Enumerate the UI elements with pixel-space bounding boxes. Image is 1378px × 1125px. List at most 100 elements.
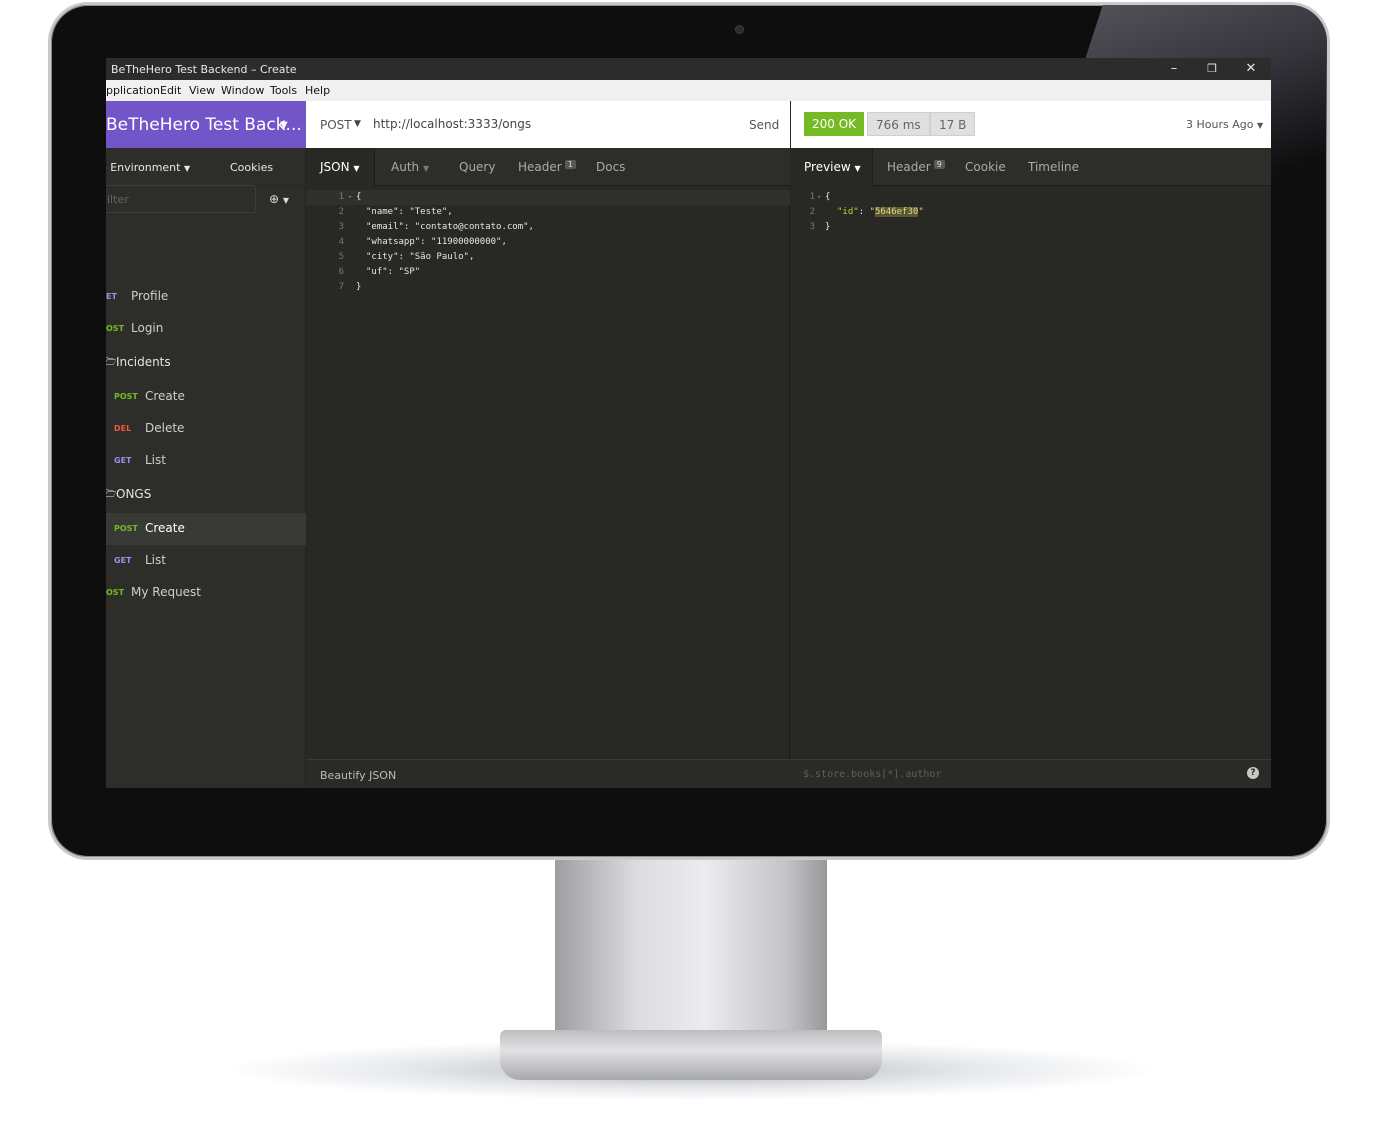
caret-down-icon: ▼ (1256, 121, 1264, 130)
request-label: Login (131, 321, 164, 335)
tab-docs[interactable]: Docs (596, 160, 625, 174)
cookies-button[interactable]: Cookies (230, 161, 273, 174)
request-footer: Beautify JSON (306, 759, 790, 788)
restore-button[interactable]: ❐ (1197, 60, 1227, 78)
line-number: 1 (338, 192, 344, 202)
url-input[interactable]: http://localhost:3333/ongs (373, 117, 531, 131)
response-pane: 200 OK 766 ms 17 B 3 Hours Ago ▼ Preview… (791, 101, 1271, 788)
response-preview: 1 ▾{ 2 "id": "5646ef30" 3} (791, 190, 1271, 235)
code-line: 5 "city": "São Paulo", (306, 250, 790, 265)
request-label: List (145, 453, 166, 467)
request-item-ongs-list[interactable]: GET List (106, 545, 306, 577)
fold-icon: ▾ (817, 193, 822, 201)
caret-down-icon[interactable]: ▼ (354, 119, 361, 129)
caret-down-icon: ▼ (280, 120, 288, 131)
workspace-dropdown[interactable]: BeTheHero Test Back... ▼ (106, 101, 306, 148)
code-line: 1 ▾{ (306, 190, 790, 205)
line-number: 1 (809, 192, 815, 202)
tab-auth-label: Auth (391, 160, 420, 174)
add-request-button[interactable]: ⊕ ▼ (269, 192, 289, 206)
code-line: 4 "whatsapp": "11900000000", (306, 235, 790, 250)
method-badge: POST (114, 524, 138, 533)
caret-down-icon: ▼ (183, 164, 191, 173)
history-label: 3 Hours Ago (1186, 118, 1254, 131)
tab-timeline[interactable]: Timeline (1028, 160, 1079, 174)
code-text: "email": "contato@contato.com", (366, 222, 534, 232)
fold-icon: ▾ (348, 193, 353, 201)
request-item-incidents-delete[interactable]: DEL Delete (106, 413, 306, 445)
minimize-button[interactable]: – (1159, 60, 1189, 78)
menu-edit[interactable]: Edit (160, 84, 181, 97)
status-badge: 200 OK (804, 112, 865, 136)
method-badge: OST (106, 588, 125, 597)
folder-incidents[interactable]: 🗁 Incidents (106, 347, 306, 379)
request-item-profile[interactable]: ET Profile (106, 281, 306, 313)
folder-icon: 🗁 (106, 489, 117, 500)
code-text: "id": "5646ef30" (837, 207, 924, 217)
header-count-badge: 9 (933, 160, 945, 169)
camera-icon (735, 25, 744, 34)
line-number: 2 (809, 207, 815, 217)
request-item-my-request[interactable]: OST My Request (106, 577, 306, 609)
tab-query[interactable]: Query (459, 160, 495, 174)
method-dropdown[interactable]: POST (320, 118, 352, 132)
response-tabs: Preview ▼ Header 9 Cookie Timeline (791, 148, 1271, 187)
history-dropdown[interactable]: 3 Hours Ago ▼ (1186, 118, 1263, 131)
tab-response-header[interactable]: Header 9 (887, 160, 945, 174)
folder-ongs[interactable]: 🗁 ONGS (106, 479, 306, 511)
request-label: List (145, 553, 166, 567)
insomnia-window: BeTheHero Test Backend – Create – ❐ ✕ pp… (106, 58, 1271, 788)
code-line: 2 "name": "Teste", (306, 205, 790, 220)
request-item-incidents-list[interactable]: GET List (106, 445, 306, 477)
close-button[interactable]: ✕ (1236, 60, 1266, 78)
tab-preview-label: Preview (804, 160, 851, 174)
method-badge: GET (114, 556, 132, 565)
tab-cookie[interactable]: Cookie (965, 160, 1006, 174)
line-number: 6 (338, 267, 344, 277)
request-item-ongs-create[interactable]: POST Create (106, 513, 306, 545)
send-button[interactable]: Send (749, 118, 779, 132)
code-text: { (356, 192, 362, 202)
request-item-incidents-create[interactable]: POST Create (106, 381, 306, 413)
json-value: "5646ef30" (869, 207, 924, 217)
environment-row: o Environment ▼ Cookies (106, 148, 306, 186)
filter-input[interactable]: ilter (106, 185, 256, 213)
tab-header[interactable]: Header 1 (518, 160, 576, 174)
monitor-stand-base (500, 1030, 882, 1080)
filter-placeholder: ilter (107, 193, 129, 206)
response-filter-input[interactable]: $.store.books[*].author (803, 769, 941, 780)
request-item-login[interactable]: OST Login (106, 313, 306, 345)
json-body-editor[interactable]: 1 ▾{ 2 "name": "Teste", 3 "email": "contato… (306, 190, 790, 295)
help-icon[interactable]: ? (1247, 767, 1259, 779)
request-pane: POST ▼ http://localhost:3333/ongs Send J… (306, 101, 790, 788)
code-text: } (356, 282, 362, 292)
sidebar: BeTheHero Test Back... ▼ o Environment ▼… (106, 101, 306, 788)
tab-response-header-label: Header (887, 160, 931, 174)
menu-application[interactable]: pplication (106, 84, 160, 97)
tab-auth[interactable]: Auth ▼ (391, 160, 429, 174)
tab-json-label: JSON (320, 160, 350, 174)
code-line: 7} (306, 280, 790, 295)
code-text: "whatsapp": "11900000000", (366, 237, 507, 247)
code-line: 6 "uf": "SP" (306, 265, 790, 280)
line-number: 7 (338, 282, 344, 292)
json-key: "id" (837, 207, 859, 217)
tab-preview[interactable]: Preview ▼ (804, 160, 861, 174)
environment-dropdown[interactable]: o Environment ▼ (106, 161, 190, 174)
menu-view[interactable]: View (189, 84, 215, 97)
line-number: 2 (338, 207, 344, 217)
line-number: 5 (338, 252, 344, 262)
menu-tools[interactable]: Tools (270, 84, 297, 97)
menu-window[interactable]: Window (221, 84, 264, 97)
line-number: 4 (338, 237, 344, 247)
caret-down-icon: ▼ (353, 164, 360, 173)
tab-json[interactable]: JSON ▼ (320, 160, 360, 174)
menu-help[interactable]: Help (305, 84, 330, 97)
code-line: 2 "id": "5646ef30" (791, 205, 1271, 220)
beautify-json-button[interactable]: Beautify JSON (320, 769, 396, 782)
method-badge: OST (106, 324, 125, 333)
method-badge: GET (114, 456, 132, 465)
code-line: 1 ▾{ (791, 190, 1271, 205)
response-size-badge: 17 B (930, 112, 976, 136)
request-tabs: JSON ▼ Auth ▼ Query Header 1 Docs (306, 148, 790, 187)
